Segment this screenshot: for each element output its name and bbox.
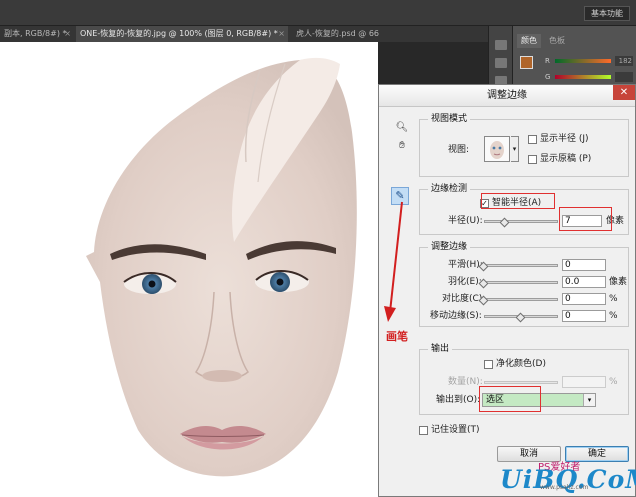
- feather-input[interactable]: 0.0: [562, 276, 606, 288]
- history-panel-icon[interactable]: [495, 40, 507, 50]
- tab-label: ONE-恢复的-恢复的.jpg @ 100% (图层 0, RGB/8#) *: [80, 29, 278, 38]
- radius-value-highlight: [559, 207, 612, 231]
- red-gradient-bar[interactable]: [555, 59, 611, 63]
- output-to-highlight: [479, 386, 541, 412]
- chevron-down-icon[interactable]: ▾: [583, 394, 595, 406]
- smooth-input[interactable]: 0: [562, 259, 606, 271]
- show-original-label: 显示原稿 (P): [540, 154, 592, 164]
- close-tab-icon[interactable]: ×: [64, 26, 71, 42]
- adjust-edge-group: 调整边缘 平滑(H): 0 羽化(E): 0.0 像素 对比度(C): 0 % …: [419, 242, 629, 327]
- group-legend: 输出: [428, 344, 453, 355]
- smooth-label: 平滑(H):: [448, 260, 483, 270]
- shift-edge-unit: %: [609, 311, 618, 321]
- watermark: PS爱好者 UiBQ.CoM www.psahz.com: [478, 458, 636, 494]
- annotation-arrow: [384, 201, 403, 322]
- foreground-color-swatch[interactable]: [520, 56, 533, 69]
- view-mode-group: 视图模式 视图: ▾ 显示半径 (J) 显示原稿 (P): [419, 114, 629, 177]
- tab-color[interactable]: 颜色: [517, 34, 541, 48]
- shift-edge-input[interactable]: 0: [562, 310, 606, 322]
- shift-edge-label: 移动边缘(S):: [430, 311, 482, 321]
- properties-panel-icon[interactable]: [495, 58, 507, 68]
- contrast-unit: %: [609, 294, 618, 304]
- green-gradient-bar[interactable]: [555, 75, 611, 79]
- hand-tool-icon[interactable]: ✋︎: [395, 139, 409, 153]
- document-tab[interactable]: 副本, RGB/8#) * ×: [0, 26, 74, 42]
- remember-settings-label: 记住设置(T): [431, 425, 480, 435]
- contrast-input[interactable]: 0: [562, 293, 606, 305]
- amount-slider-track: [484, 381, 558, 384]
- channel-label: R: [545, 57, 550, 65]
- brush-annotation-label: 画笔: [386, 330, 408, 343]
- close-tab-icon[interactable]: ×: [278, 26, 285, 42]
- show-radius-label: 显示半径 (J): [540, 134, 589, 144]
- channel-value[interactable]: [615, 72, 633, 82]
- dialog-title: 调整边缘: [487, 90, 527, 101]
- view-label: 视图:: [448, 145, 470, 155]
- smooth-slider-track[interactable]: [484, 264, 558, 267]
- amount-unit: %: [609, 377, 618, 387]
- document-tab-active[interactable]: ONE-恢复的-恢复的.jpg @ 100% (图层 0, RGB/8#) * ×: [76, 26, 288, 42]
- document-canvas[interactable]: [0, 42, 378, 497]
- view-mode-dropdown-arrow[interactable]: ▾: [511, 136, 519, 162]
- dialog-titlebar[interactable]: 调整边缘 ✕: [379, 85, 635, 107]
- amount-input: [562, 376, 606, 388]
- output-to-label: 输出到(O):: [436, 395, 481, 405]
- feather-slider-track[interactable]: [484, 281, 558, 284]
- contrast-slider-track[interactable]: [484, 298, 558, 301]
- zoom-tool-icon[interactable]: 🔍︎: [395, 121, 409, 135]
- document-tab[interactable]: 虎人-恢复的.psd @ 66: [292, 26, 396, 42]
- radius-label: 半径(U):: [448, 216, 483, 226]
- radius-slider-track[interactable]: [484, 220, 558, 223]
- amount-label: 数量(N):: [448, 377, 483, 387]
- remember-settings-checkbox[interactable]: [419, 426, 428, 435]
- group-legend: 边缘检测: [428, 184, 471, 195]
- close-icon[interactable]: ✕: [613, 85, 635, 100]
- face-photo: [86, 57, 357, 477]
- workspace-switcher[interactable]: 基本功能: [584, 6, 630, 21]
- tab-label: 虎人-恢复的.psd @ 66: [296, 29, 380, 38]
- channel-label: G: [545, 73, 551, 81]
- color-panel-tabs: 颜色 色板: [513, 34, 636, 48]
- feather-unit: 像素: [609, 277, 628, 287]
- smart-radius-highlight: [481, 193, 555, 209]
- red-channel-slider[interactable]: R 182: [545, 56, 635, 66]
- group-legend: 调整边缘: [428, 242, 471, 253]
- view-mode-thumbnail[interactable]: [484, 136, 510, 162]
- watermark-url: www.psahz.com: [540, 484, 589, 491]
- channel-value[interactable]: 182: [615, 56, 633, 66]
- tab-swatches[interactable]: 色板: [545, 34, 569, 48]
- tab-label: 副本, RGB/8#) *: [4, 29, 67, 38]
- show-original-checkbox[interactable]: [528, 155, 537, 164]
- green-channel-slider[interactable]: G: [545, 72, 635, 82]
- decontaminate-checkbox[interactable]: [484, 360, 493, 369]
- decontaminate-label: 净化颜色(D): [496, 359, 546, 369]
- group-legend: 视图模式: [428, 114, 471, 125]
- document-tab-bar: 副本, RGB/8#) * × ONE-恢复的-恢复的.jpg @ 100% (图…: [0, 26, 488, 42]
- show-radius-checkbox[interactable]: [528, 135, 537, 144]
- view-thumbnail-face-icon: [490, 141, 504, 159]
- feather-label: 羽化(E):: [448, 277, 482, 287]
- top-options-bar: 基本功能: [0, 0, 636, 26]
